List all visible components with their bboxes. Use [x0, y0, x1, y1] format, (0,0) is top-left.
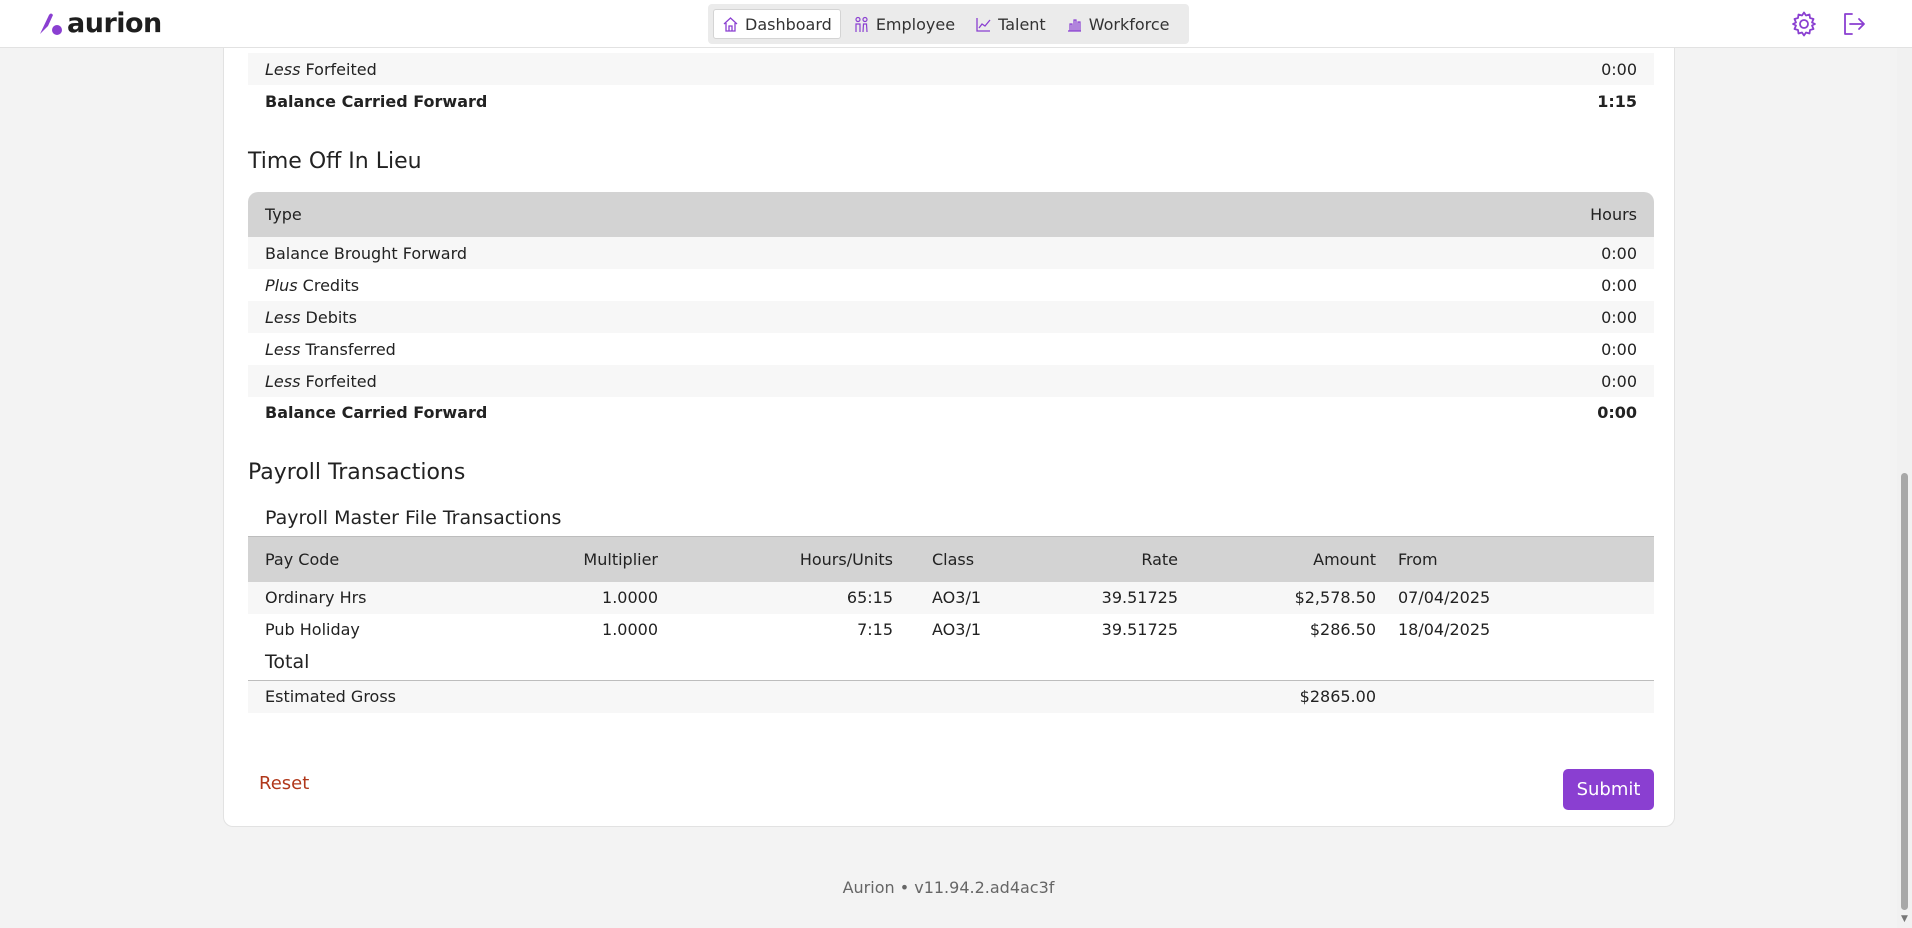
multiplier-cell: 1.0000	[602, 588, 658, 607]
class-cell: AO3/1	[932, 620, 982, 639]
row-label: Forfeited	[305, 59, 377, 79]
total-heading: Total	[265, 651, 310, 673]
row-prefix: Less	[265, 339, 301, 359]
col-hours-header: Hours	[1590, 205, 1637, 224]
tab-talent[interactable]: Talent	[967, 9, 1054, 39]
tab-employee-label: Employee	[875, 14, 956, 34]
payroll-row-ordinary-hrs: Ordinary Hrs 1.0000 65:15 AO3/1 39.51725…	[248, 582, 1654, 614]
row-value: 0:00	[1601, 339, 1637, 359]
tab-dashboard-label: Dashboard	[745, 14, 832, 34]
multiplier-cell: 1.0000	[602, 620, 658, 639]
from-date-cell: 07/04/2025	[1398, 588, 1491, 607]
row-value: 0:00	[1601, 59, 1637, 79]
tab-employee[interactable]: Employee	[845, 9, 963, 39]
timesheet-summary-card: Less Forfeited 0:00 Balance Carried Forw…	[223, 40, 1675, 827]
scroll-down-arrow-icon[interactable]: ▼	[1900, 915, 1909, 924]
leave-row-forfeited: Less Forfeited 0:00	[248, 53, 1654, 85]
estimated-gross-label: Estimated Gross	[265, 687, 396, 706]
toil-table-header: Type Hours	[248, 192, 1654, 237]
toil-row-debits: Less Debits 0:00	[248, 301, 1654, 333]
payroll-table-header: Pay Code Multiplier Hours/Units Class Ra…	[248, 537, 1654, 582]
col-from-header: From	[1398, 550, 1438, 569]
row-value: 0:00	[1597, 402, 1637, 422]
row-value: 0:00	[1601, 307, 1637, 327]
home-icon	[723, 16, 738, 32]
version-footer: Aurion • v11.94.2.ad4ac3f	[842, 878, 1055, 897]
toil-row-credits: Plus Credits 0:00	[248, 269, 1654, 301]
main-nav-tabs: Dashboard Employee Talent Workforce	[708, 4, 1189, 44]
row-label: Balance Carried Forward	[265, 402, 488, 422]
row-value: 0:00	[1601, 371, 1637, 391]
payroll-row-pub-holiday: Pub Holiday 1.0000 7:15 AO3/1 39.51725 $…	[248, 614, 1654, 646]
col-hours-units-header: Hours/Units	[799, 550, 893, 569]
payroll-subtitle: Payroll Master File Transactions	[265, 507, 562, 529]
toil-row-balance-brought-forward: Balance Brought Forward 0:00	[248, 237, 1654, 269]
tab-talent-label: Talent	[998, 14, 1046, 34]
toil-row-transferred: Less Transferred 0:00	[248, 333, 1654, 365]
row-value: 0:00	[1601, 243, 1637, 263]
leave-row-balance-carried-forward: Balance Carried Forward 1:15	[248, 85, 1654, 117]
amount-cell: $286.50	[1309, 620, 1376, 639]
settings-gear-icon[interactable]	[1790, 10, 1818, 38]
row-label: Transferred	[305, 339, 396, 359]
payroll-section-title: Payroll Transactions	[248, 460, 466, 485]
logo-text: aurion	[67, 8, 162, 39]
row-value: 0:00	[1601, 275, 1637, 295]
page-scrollbar-thumb[interactable]	[1901, 473, 1908, 910]
people-icon	[855, 16, 868, 32]
col-class-header: Class	[932, 550, 975, 569]
pay-code-cell: Ordinary Hrs	[265, 588, 367, 607]
aurion-logo[interactable]: aurion	[38, 10, 162, 38]
amount-cell: $2,578.50	[1294, 588, 1376, 607]
estimated-gross-amount: $2865.00	[1299, 687, 1376, 706]
row-label: Debits	[305, 307, 357, 327]
toil-section-title: Time Off In Lieu	[248, 149, 422, 174]
row-prefix: Less	[265, 371, 301, 391]
tab-workforce[interactable]: Workforce	[1058, 9, 1178, 39]
row-label: Forfeited	[305, 371, 377, 391]
pay-code-cell: Pub Holiday	[265, 620, 360, 639]
bar-chart-icon	[1067, 18, 1081, 32]
col-amount-header: Amount	[1313, 550, 1376, 569]
estimated-gross-row: Estimated Gross $2865.00	[248, 681, 1654, 713]
col-type-header: Type	[265, 205, 302, 224]
row-prefix: Less	[265, 59, 301, 79]
toil-row-forfeited: Less Forfeited 0:00	[248, 365, 1654, 397]
col-pay-code-header: Pay Code	[265, 550, 340, 569]
toil-row-balance-carried-forward: Balance Carried Forward 0:00	[248, 396, 1654, 428]
submit-button[interactable]: Submit	[1563, 769, 1654, 810]
hours-units-cell: 65:15	[846, 588, 893, 607]
rate-cell: 39.51725	[1101, 620, 1178, 639]
tab-dashboard[interactable]: Dashboard	[713, 9, 841, 39]
class-cell: AO3/1	[932, 588, 982, 607]
row-prefix: Plus	[265, 275, 298, 295]
row-label: Balance Brought Forward	[265, 243, 468, 263]
logout-icon[interactable]	[1840, 10, 1868, 38]
col-rate-header: Rate	[1141, 550, 1178, 569]
rate-cell: 39.51725	[1101, 588, 1178, 607]
line-chart-icon	[976, 17, 991, 32]
tab-workforce-label: Workforce	[1088, 14, 1170, 34]
hours-units-cell: 7:15	[857, 620, 893, 639]
row-label: Balance Carried Forward	[265, 91, 488, 111]
top-navigation-bar: aurion Dashboard Employee Talent Workfor…	[0, 0, 1912, 48]
from-date-cell: 18/04/2025	[1398, 620, 1491, 639]
row-label: Credits	[302, 275, 360, 295]
row-value: 1:15	[1597, 91, 1637, 111]
row-prefix: Less	[265, 307, 301, 327]
col-multiplier-header: Multiplier	[583, 550, 658, 569]
aurion-logo-mark-icon	[40, 13, 62, 35]
reset-button[interactable]: Reset	[259, 773, 309, 794]
